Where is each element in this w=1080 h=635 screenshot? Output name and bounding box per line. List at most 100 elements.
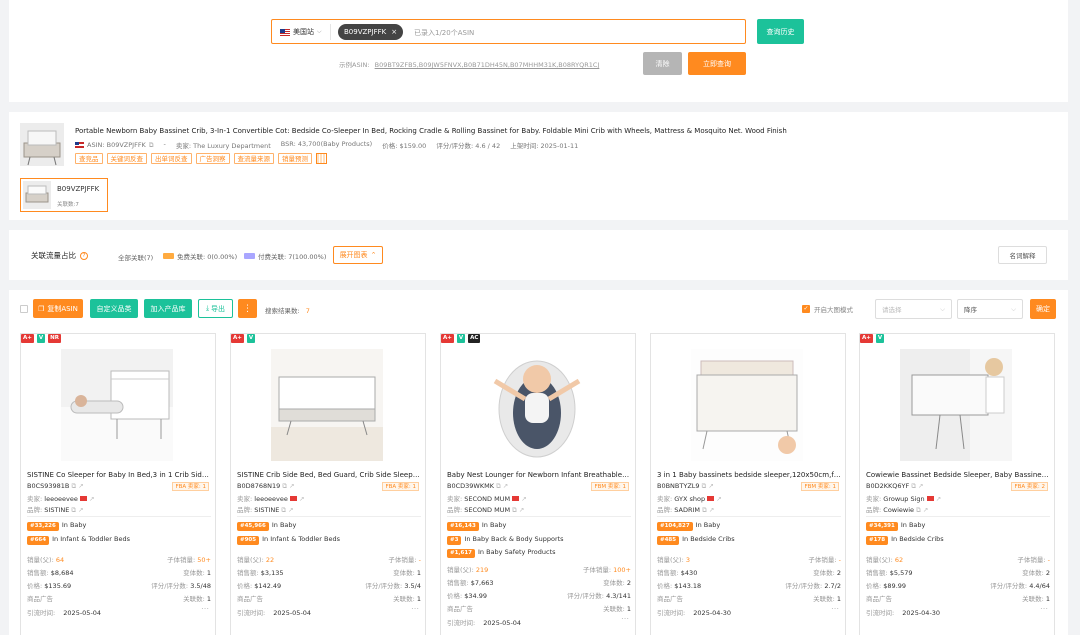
variant-card[interactable]: B09VZPJFFK 关联数:7 <box>20 178 108 212</box>
external-link-icon[interactable]: ↗ <box>923 506 928 514</box>
product-image[interactable] <box>61 349 173 461</box>
card-seller[interactable]: leeoeevee <box>44 495 78 503</box>
product-title[interactable]: Portable Newborn Baby Bassinet Crib, 3-I… <box>75 127 1060 135</box>
card-seller[interactable]: SECOND MUM <box>464 495 510 503</box>
search-input[interactable]: 已录入1/20个ASIN <box>414 28 474 38</box>
copy-icon[interactable]: ⧉ <box>71 506 76 514</box>
clear-button[interactable]: 清除 <box>643 52 682 75</box>
more-options-icon[interactable]: ⋯ <box>621 614 629 623</box>
external-link-icon[interactable]: ↗ <box>299 495 304 503</box>
product-image[interactable] <box>900 349 1012 461</box>
external-link-icon[interactable]: ↗ <box>709 506 714 514</box>
external-link-icon[interactable]: ↗ <box>918 482 923 490</box>
copy-icon[interactable]: ⧉ <box>512 506 517 514</box>
rank-category[interactable]: In Bedside Cribs <box>682 535 735 543</box>
external-link-icon[interactable]: ↗ <box>936 495 941 503</box>
external-link-icon[interactable]: ↗ <box>503 482 508 490</box>
copy-icon[interactable]: ⧉ <box>71 482 76 490</box>
more-button[interactable]: ⋮ <box>238 299 257 318</box>
rank-category[interactable]: In Baby Back & Body Supports <box>464 535 563 543</box>
tag-sales-forecast[interactable]: 销量预测 <box>278 153 312 164</box>
card-title[interactable]: Cowiewie Bassinet Bedside Sleeper, Baby … <box>866 471 1050 479</box>
big-image-toggle[interactable]: ✓ 开启大图模式 <box>802 304 853 314</box>
search-box[interactable]: 美国站 ⌵ B09VZPJFFK × 已录入1/20个ASIN <box>271 19 746 44</box>
copy-icon[interactable]: ⧉ <box>702 482 707 490</box>
card-title[interactable]: Baby Nest Lounger for Newborn Infant Bre… <box>447 471 631 479</box>
product-thumbnail[interactable] <box>20 123 64 166</box>
export-button[interactable]: ⤓ 导出 <box>198 299 233 318</box>
custom-category-button[interactable]: 自定义品类 <box>90 299 138 318</box>
add-to-library-button[interactable]: 加入产品库 <box>144 299 192 318</box>
product-card[interactable]: 3 in 1 Baby bassinets bedside sleeper,12… <box>650 333 846 635</box>
rank-category[interactable]: In Baby <box>696 521 721 529</box>
field-select[interactable]: 请选择 ⌵ <box>875 299 952 319</box>
card-title[interactable]: SISTINE Co Sleeper for Baby In Bed,3 in … <box>27 471 211 479</box>
tag-traffic-source[interactable]: 查流量来源 <box>233 153 274 164</box>
rank-category[interactable]: In Baby <box>901 521 926 529</box>
card-title[interactable]: SISTINE Crib Side Bed, Bed Guard, Crib S… <box>237 471 421 479</box>
external-link-icon[interactable]: ↗ <box>289 482 294 490</box>
card-seller[interactable]: leeoeevee <box>254 495 288 503</box>
copy-icon[interactable]: ⧉ <box>916 506 921 514</box>
query-button[interactable]: 立即查询 <box>688 52 746 75</box>
site-selector[interactable]: 美国站 ⌵ <box>280 27 322 37</box>
card-brand[interactable]: SISTINE <box>44 506 69 514</box>
help-icon[interactable]: ? <box>80 251 88 260</box>
calendar-icon[interactable] <box>316 153 327 164</box>
more-options-icon[interactable]: ⋯ <box>831 604 839 613</box>
rank-category[interactable]: In Baby Safety Products <box>478 548 556 556</box>
glossary-button[interactable]: 名词解释 <box>998 246 1047 264</box>
external-link-icon[interactable]: ↗ <box>89 495 94 503</box>
external-link-icon[interactable]: ↗ <box>708 482 713 490</box>
asin-chip[interactable]: B09VZPJFFK × <box>338 24 404 40</box>
product-image[interactable] <box>271 349 383 461</box>
rank-category[interactable]: In Infant & Toddler Beds <box>262 535 340 543</box>
tag-ad-insight[interactable]: 广告洞察 <box>195 153 230 164</box>
rank-category[interactable]: In Infant & Toddler Beds <box>52 535 130 543</box>
more-options-icon[interactable]: ⋯ <box>1040 604 1048 613</box>
product-card[interactable]: A+ V AC Baby Nest Lounger for Newborn Infan… <box>440 333 636 635</box>
card-title[interactable]: 3 in 1 Baby bassinets bedside sleeper,12… <box>657 471 841 479</box>
product-card[interactable]: A+ V NR SISTINE Co Sleeper for Baby In Bed,… <box>20 333 216 635</box>
card-brand[interactable]: SADRIM <box>674 506 700 514</box>
card-brand[interactable]: SISTINE <box>254 506 279 514</box>
traffic-paid[interactable]: 付费关联: 7(100.00%) <box>244 251 326 261</box>
expand-chart-button[interactable]: 展开图表 ⌃ <box>333 246 383 264</box>
confirm-button[interactable]: 确定 <box>1030 299 1056 319</box>
product-card[interactable]: A+ V SISTINE Crib Side Bed, Bed Guard, Cri… <box>230 333 426 635</box>
traffic-free[interactable]: 免费关联: 0(0.00%) <box>163 251 237 261</box>
rank-category[interactable]: In Baby <box>482 521 507 529</box>
external-link-icon[interactable]: ⧉ <box>149 141 154 150</box>
copy-icon[interactable]: ⧉ <box>911 482 916 490</box>
tag-order-keyword[interactable]: 出单词反查 <box>151 153 192 164</box>
select-all-checkbox[interactable] <box>20 305 28 313</box>
external-link-icon[interactable]: ↗ <box>521 495 526 503</box>
sort-select[interactable]: 降序 ⌵ <box>957 299 1023 319</box>
tag-competitors[interactable]: 查竞品 <box>75 153 103 164</box>
copy-icon[interactable]: ⧉ <box>282 482 287 490</box>
copy-icon[interactable]: ⧉ <box>702 506 707 514</box>
close-icon[interactable]: × <box>391 28 397 36</box>
external-link-icon[interactable]: ↗ <box>519 506 524 514</box>
rank-category[interactable]: In Baby <box>62 521 87 529</box>
external-link-icon[interactable]: ↗ <box>288 506 293 514</box>
product-card[interactable]: A+ V Cowiewie Bassinet Bedside Sleeper, Ba… <box>859 333 1055 635</box>
rank-category[interactable]: In Bedside Cribs <box>891 535 944 543</box>
example-asin-list[interactable]: B09BT9ZFB5,B09JW5FNVX,B0B71DH45N,B07MHHM… <box>375 61 600 69</box>
history-button[interactable]: 查询历史 <box>757 19 804 44</box>
product-image[interactable] <box>691 349 803 461</box>
tag-keyword-reverse[interactable]: 关键词反查 <box>106 153 147 164</box>
copy-icon[interactable]: ⧉ <box>496 482 501 490</box>
rank-category[interactable]: In Baby <box>272 521 297 529</box>
card-seller[interactable]: Growup Sign <box>883 495 924 503</box>
card-seller[interactable]: GYX shop <box>674 495 705 503</box>
external-link-icon[interactable]: ↗ <box>78 506 83 514</box>
external-link-icon[interactable]: ↗ <box>716 495 721 503</box>
external-link-icon[interactable]: ↗ <box>78 482 83 490</box>
copy-icon[interactable]: ⧉ <box>281 506 286 514</box>
card-brand[interactable]: Cowiewie <box>883 506 914 514</box>
more-options-icon[interactable]: ⋯ <box>201 604 209 613</box>
product-image[interactable] <box>481 349 593 461</box>
more-options-icon[interactable]: ⋯ <box>411 604 419 613</box>
traffic-all[interactable]: 全部关联(7) <box>118 252 153 262</box>
